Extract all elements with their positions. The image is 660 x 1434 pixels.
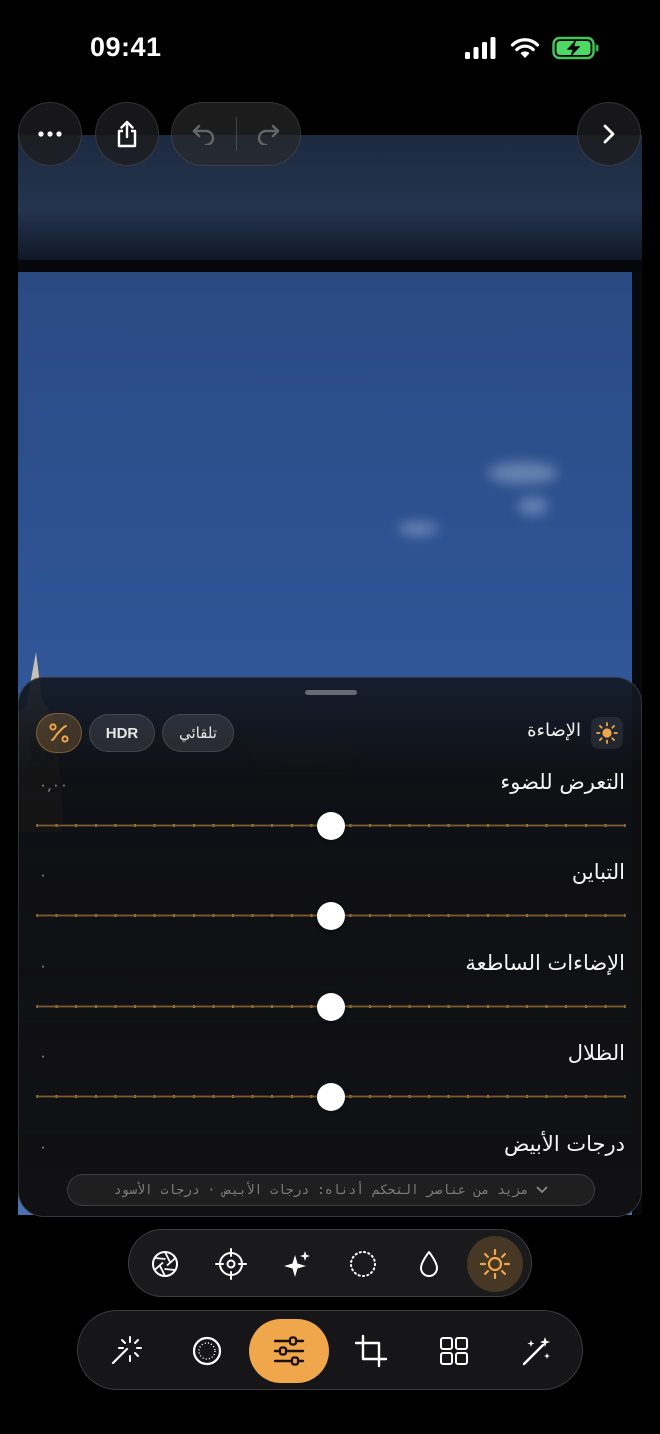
tab-retouch[interactable]	[504, 1319, 568, 1383]
chevron-down-icon	[537, 1186, 548, 1194]
status-time: 09:41	[90, 32, 162, 62]
sun-icon	[596, 722, 618, 744]
tool-vignette[interactable]	[335, 1236, 391, 1292]
tool-color[interactable]	[401, 1236, 457, 1292]
status-bar: 09:41	[0, 0, 660, 100]
tool-effects[interactable]	[269, 1236, 325, 1292]
panel-title-icon-box	[591, 717, 623, 749]
tab-auto-enhance[interactable]	[93, 1319, 157, 1383]
status-icons	[464, 36, 600, 60]
undo-button[interactable]	[172, 102, 236, 166]
curves-button[interactable]	[36, 713, 82, 753]
slider-label: الإضاءات الساطعة	[465, 951, 625, 975]
tool-selective[interactable]	[203, 1236, 259, 1292]
curve-icon	[49, 723, 69, 743]
drop-icon	[420, 1251, 438, 1277]
slider-label: الظلال	[567, 1041, 625, 1065]
tab-adjust[interactable]	[249, 1319, 329, 1383]
battery-charging-icon	[552, 36, 599, 60]
tool-light[interactable]	[467, 1236, 523, 1292]
slider-highlights: الإضاءات الساطعة ٠	[19, 951, 641, 1041]
adjustment-category-bar	[128, 1229, 532, 1297]
panel-grabber[interactable]	[305, 690, 357, 695]
slider-value: ٠	[39, 1047, 48, 1065]
undo-redo-group	[171, 102, 301, 166]
dotted-circle-icon	[350, 1251, 376, 1277]
slider-label: التباين	[571, 860, 625, 884]
chevron-right-icon	[603, 124, 615, 144]
slider-value: ٠	[39, 866, 48, 884]
slider-exposure: التعرض للضوء ٠,٠٠	[19, 770, 641, 860]
magic-wand-icon	[111, 1336, 142, 1365]
tab-crop[interactable]	[339, 1319, 403, 1383]
panel-title: الإضاءة	[527, 720, 581, 741]
slider-knob[interactable]	[317, 993, 345, 1021]
share-button[interactable]	[95, 102, 159, 166]
slider-value: ٠	[39, 1138, 48, 1156]
tool-aperture[interactable]	[137, 1236, 193, 1292]
slider-whites: درجات الأبيض ٠	[19, 1132, 641, 1162]
slider-knob[interactable]	[317, 812, 345, 840]
hdr-button[interactable]: HDR	[89, 714, 155, 752]
wifi-icon	[510, 38, 540, 58]
more-button[interactable]	[18, 102, 82, 166]
more-controls-hint[interactable]: مزيد من عناصر التحكم أدناه: درجات الأبيض…	[67, 1174, 595, 1206]
slider-value: ٠,٠٠	[39, 776, 68, 794]
sun-icon	[479, 1248, 511, 1280]
light-adjustments-panel: الإضاءة تلقائي HDR التعرض للضوء ٠,٠٠ الت…	[18, 677, 642, 1217]
editor-tab-bar	[77, 1310, 583, 1390]
undo-icon	[192, 124, 214, 145]
slider-shadows: الظلال ٠	[19, 1041, 641, 1131]
grid-icon	[440, 1337, 468, 1365]
slider-contrast: التباين ٠	[19, 860, 641, 950]
panel-header: الإضاءة تلقائي HDR	[19, 712, 641, 753]
wand-sparkle-icon	[522, 1337, 550, 1366]
target-icon	[215, 1248, 247, 1280]
tab-filters[interactable]	[175, 1319, 239, 1383]
sliders-icon	[273, 1336, 305, 1366]
photo-window-frame	[18, 260, 642, 272]
slider-value: ٠	[39, 957, 48, 975]
slider-list: التعرض للضوء ٠,٠٠ التباين ٠ الإضاءات الس…	[19, 770, 641, 1162]
next-button[interactable]	[577, 102, 641, 166]
tab-layout[interactable]	[422, 1319, 486, 1383]
aperture-icon	[152, 1251, 178, 1277]
share-icon	[117, 120, 137, 148]
auto-button[interactable]: تلقائي	[162, 714, 234, 752]
more-controls-text: مزيد من عناصر التحكم أدناه: درجات الأبيض…	[113, 1182, 529, 1198]
slider-label: درجات الأبيض	[503, 1132, 625, 1156]
cellular-signal-icon	[465, 37, 496, 59]
slider-knob[interactable]	[317, 902, 345, 930]
slider-knob[interactable]	[317, 1083, 345, 1111]
sparkle-icon	[284, 1251, 310, 1277]
crop-icon	[354, 1334, 388, 1368]
slider-label: التعرض للضوء	[500, 770, 625, 794]
ellipsis-icon	[38, 131, 62, 137]
filter-circle-icon	[192, 1336, 222, 1366]
redo-icon	[258, 124, 280, 145]
redo-button[interactable]	[237, 102, 301, 166]
